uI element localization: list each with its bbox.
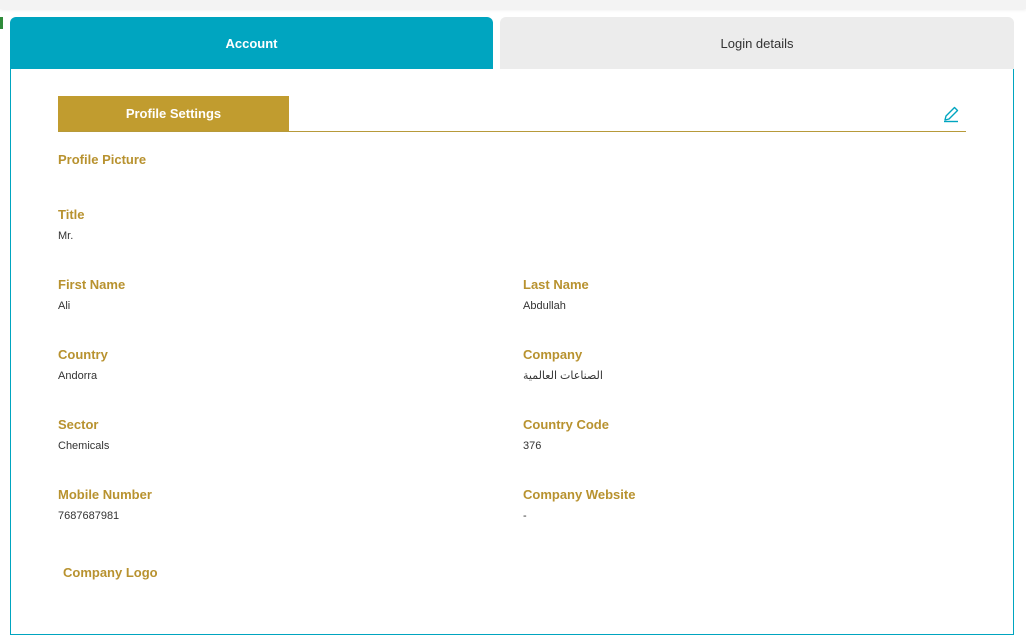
company-website-field: Company Website - xyxy=(523,487,635,523)
company-website-label: Company Website xyxy=(523,487,636,502)
company-label: Company xyxy=(523,347,583,362)
company-value: الصناعات العالمية xyxy=(523,370,603,382)
mobile-number-field: Mobile Number 7687687981 xyxy=(58,487,152,523)
tab-login-details[interactable]: Login details xyxy=(500,17,1014,69)
title-field: Title Mr. xyxy=(58,207,85,243)
title-label: Title xyxy=(58,207,85,222)
country-code-field: Country Code 376 xyxy=(523,417,609,453)
company-field: Company الصناعات العالمية xyxy=(523,347,603,383)
first-name-label: First Name xyxy=(58,277,126,292)
last-name-field: Last Name Abdullah xyxy=(523,277,589,313)
profile-picture-field: Profile Picture xyxy=(58,152,146,168)
profile-picture-label: Profile Picture xyxy=(58,152,147,167)
left-edge-marker xyxy=(0,17,3,29)
country-label: Country xyxy=(58,347,108,362)
country-code-label: Country Code xyxy=(523,417,609,432)
sector-label: Sector xyxy=(58,417,99,432)
account-panel: Profile Settings Profile Picture Title M… xyxy=(10,69,1014,635)
tab-account[interactable]: Account xyxy=(10,17,493,69)
section-header: Profile Settings xyxy=(58,96,966,132)
first-name-value: Ali xyxy=(58,300,71,312)
mobile-number-value: 7687687981 xyxy=(58,510,120,522)
first-name-field: First Name Ali xyxy=(58,277,125,313)
profile-settings-title: Profile Settings xyxy=(58,96,289,131)
pencil-icon[interactable] xyxy=(942,105,960,123)
tab-bar: Account Login details xyxy=(10,17,1014,69)
company-website-value: - xyxy=(523,510,527,522)
country-value: Andorra xyxy=(58,370,98,382)
mobile-number-label: Mobile Number xyxy=(58,487,152,502)
title-value: Mr. xyxy=(58,230,74,242)
last-name-value: Abdullah xyxy=(523,300,566,312)
top-bar xyxy=(0,0,1026,9)
last-name-label: Last Name xyxy=(523,277,589,292)
country-code-value: 376 xyxy=(523,440,542,452)
company-logo-field: Company Logo xyxy=(63,565,158,581)
company-logo-label: Company Logo xyxy=(63,565,158,580)
sector-value: Chemicals xyxy=(58,440,110,452)
sector-field: Sector Chemicals xyxy=(58,417,109,453)
country-field: Country Andorra xyxy=(58,347,108,383)
